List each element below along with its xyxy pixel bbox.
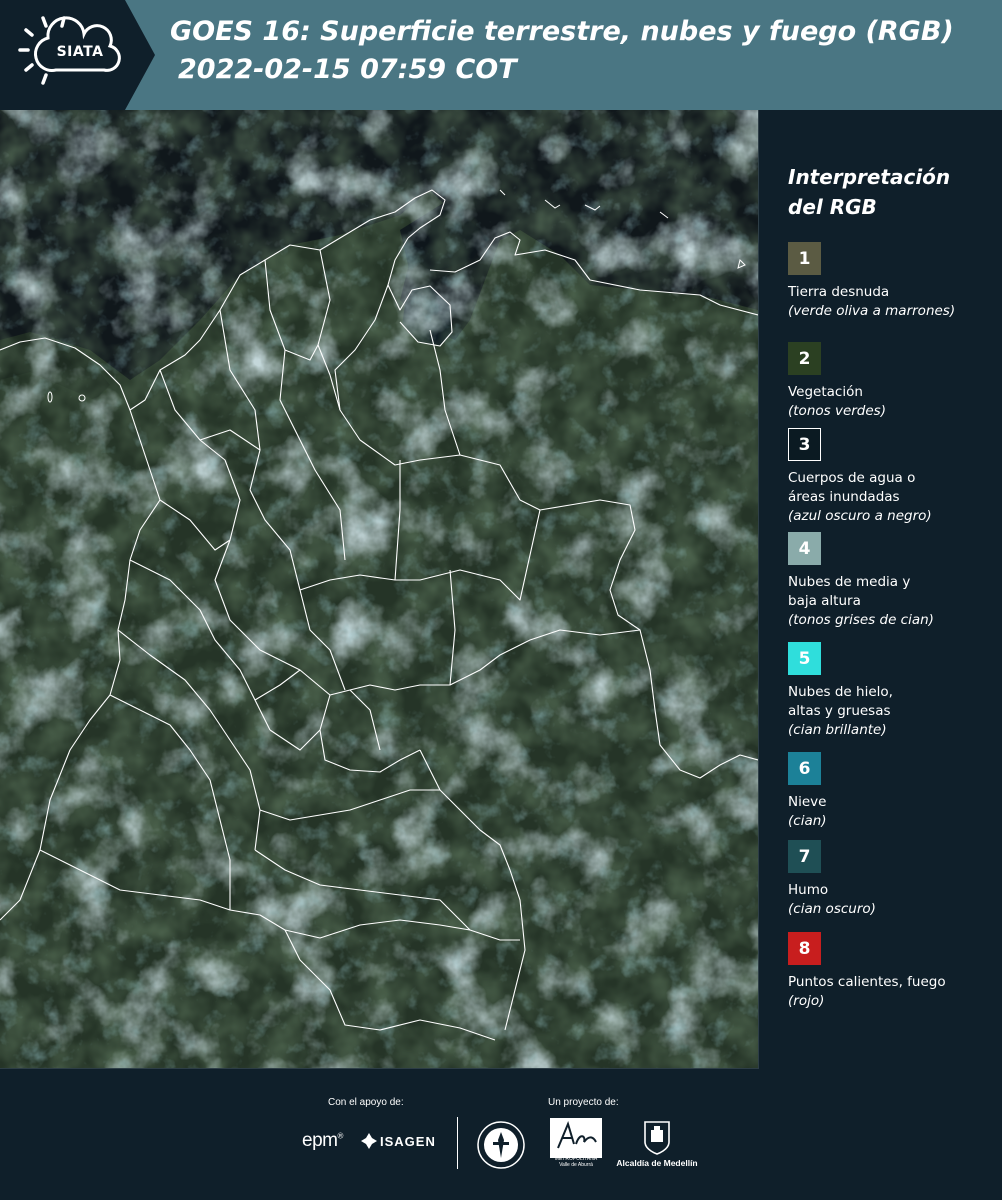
legend-swatch: 4 <box>788 532 821 565</box>
footer-divider <box>457 1117 458 1169</box>
page-timestamp: 2022-02-15 07:59 COT <box>178 54 517 85</box>
legend-description: (tonos grises de cian) <box>788 612 934 628</box>
legend-description: (cian) <box>788 813 827 829</box>
legend-item: 2 Vegetación (tonos verdes) <box>788 342 998 421</box>
isagen-icon <box>361 1133 377 1149</box>
legend-swatch: 6 <box>788 752 821 785</box>
support-caption: Con el apoyo de: <box>328 1097 404 1108</box>
legend-title: Interpretación del RGB <box>788 165 951 219</box>
area-metropolitana-name: METROPOLITANA Valle de Aburrá <box>554 1156 598 1168</box>
legend-item: 5 Nubes de hielo, altas y gruesas (cian br… <box>788 642 998 740</box>
legend-swatch: 3 <box>788 428 821 461</box>
legend-label: Puntos calientes, fuego <box>788 974 946 990</box>
university-seal-icon <box>477 1121 525 1169</box>
legend-label: Tierra desnuda <box>788 284 890 300</box>
legend-label: Nubes de media y baja altura <box>788 574 911 609</box>
legend-swatch: 7 <box>788 840 821 873</box>
legend-item: 1 Tierra desnuda (verde oliva a marrones) <box>788 242 998 321</box>
legend-description: (cian brillante) <box>788 722 887 738</box>
legend-description: (tonos verdes) <box>788 403 886 419</box>
satellite-map <box>0 110 759 1069</box>
legend-swatch: 1 <box>788 242 821 275</box>
alcaldia-name: Alcaldía de Medellín <box>616 1158 698 1168</box>
header-banner: SIATA GOES 16: Superficie terrestre, nub… <box>0 0 1002 110</box>
legend-label: Nieve <box>788 794 827 810</box>
siata-logo: SIATA <box>0 0 155 110</box>
legend-item: 6 Nieve (cian) <box>788 752 998 831</box>
legend-description: (verde oliva a marrones) <box>788 303 956 319</box>
legend-swatch: 8 <box>788 932 821 965</box>
legend-description: (cian oscuro) <box>788 901 876 917</box>
legend-swatch: 5 <box>788 642 821 675</box>
legend-panel: Interpretación del RGB 1 Tierra desnuda (v… <box>770 110 1002 1068</box>
epm-logo-text: epm <box>302 1130 338 1151</box>
footer: Con el apoyo de: Un proyecto de: epm® IS… <box>0 1070 1002 1200</box>
area-metropolitana-logo <box>550 1118 602 1158</box>
page-title: GOES 16: Superficie terrestre, nubes y f… <box>170 16 954 47</box>
satellite-image <box>0 110 758 1068</box>
legend-description: (azul oscuro a negro) <box>788 508 932 524</box>
siata-logo-text: SIATA <box>56 44 104 60</box>
legend-label: Vegetación <box>788 384 863 400</box>
legend-label: Cuerpos de agua o áreas inundadas <box>788 470 916 505</box>
epm-logo: epm® <box>302 1130 343 1151</box>
legend-description: (rojo) <box>788 993 825 1009</box>
legend-label: Humo <box>788 882 829 898</box>
legend-label: Nubes de hielo, altas y gruesas <box>788 684 893 719</box>
cloud-layer-ice <box>0 110 758 1068</box>
project-caption: Un proyecto de: <box>548 1097 619 1108</box>
alcaldia-seal-icon <box>644 1121 670 1155</box>
legend-swatch: 2 <box>788 342 821 375</box>
isagen-logo: ISAGEN <box>380 1134 436 1149</box>
legend-item: 7 Humo (cian oscuro) <box>788 840 998 919</box>
legend-item: 3 Cuerpos de agua o áreas inundadas (azul … <box>788 428 998 526</box>
legend-item: 8 Puntos calientes, fuego (rojo) <box>788 932 998 1011</box>
legend-item: 4 Nubes de media y baja altura (tonos gris… <box>788 532 998 630</box>
